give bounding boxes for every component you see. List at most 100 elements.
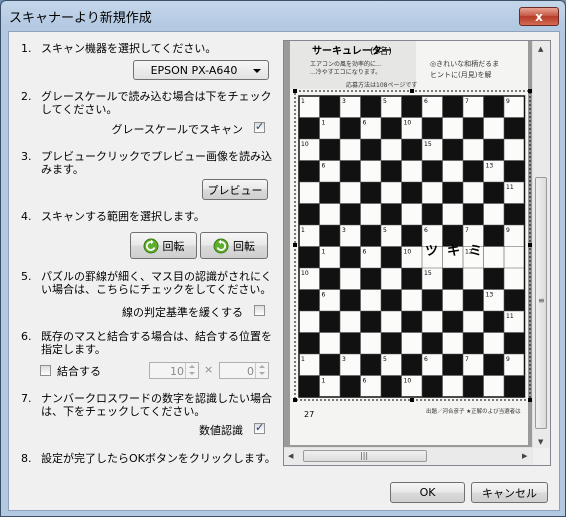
cell-number: 6 xyxy=(424,227,428,234)
scroll-up-icon[interactable]: ▲ xyxy=(538,45,543,53)
horizontal-scrollbar[interactable]: ◀ ||| ▶ xyxy=(284,447,533,465)
merge-label: 結合する xyxy=(57,365,101,378)
cell-number: 1 xyxy=(301,356,305,363)
cell-number: 1 xyxy=(322,378,326,385)
cell-number: 10 xyxy=(404,120,412,127)
black-cell xyxy=(360,354,381,376)
step-number: 2. xyxy=(21,90,32,103)
cell-number: 13 xyxy=(486,292,494,299)
rotate-right-icon xyxy=(213,238,229,253)
black-cell xyxy=(299,117,320,139)
grip-icon: ≡ xyxy=(538,296,545,305)
rotate-right-button[interactable]: 回転 xyxy=(200,232,268,259)
close-button[interactable]: x xyxy=(519,7,559,26)
black-cell xyxy=(442,182,463,204)
cell-number: 7 xyxy=(465,356,469,363)
black-cell xyxy=(319,268,340,290)
black-cell xyxy=(401,268,422,290)
scroll-left-icon[interactable]: ◀ xyxy=(288,452,293,460)
scan-footer-note: 出題／河合彦子 ★正解のよび当選者は xyxy=(426,407,521,415)
horizontal-scroll-thumb[interactable]: ||| xyxy=(303,450,427,462)
scan-header-circled: (2名) xyxy=(370,45,392,57)
merge-x-stepper[interactable]: 10 xyxy=(149,362,199,379)
chevron-down-icon xyxy=(253,69,261,73)
black-cell xyxy=(319,139,340,161)
black-cell xyxy=(381,289,402,311)
step-text: グレースケールで読み込む場合は下をチェックしてください。 xyxy=(41,90,272,116)
rotate-right-label: 回転 xyxy=(233,239,255,253)
black-cell xyxy=(442,311,463,333)
cell-number: 6 xyxy=(424,356,428,363)
black-cell xyxy=(319,354,340,376)
scroll-down-icon[interactable]: ▼ xyxy=(538,438,543,446)
resize-handle xyxy=(410,398,414,402)
cell-number: 6 xyxy=(322,163,326,170)
grid-kana: ミ xyxy=(469,244,482,259)
step-text: ナンバークロスワードの数字を認識したい場合は、下をチェックしてください。 xyxy=(41,392,272,418)
scan-preview-pane[interactable]: サーキュレーター (2名) エアコンの風を効率的に... ...冷やすエコになり… xyxy=(283,40,551,466)
black-cell xyxy=(340,117,361,139)
cancel-button[interactable]: キャンセル xyxy=(471,482,548,503)
number-recognition-checkbox[interactable] xyxy=(254,421,265,434)
step-number: 8. xyxy=(21,452,32,465)
scroll-right-icon[interactable]: ▶ xyxy=(522,452,527,460)
cell-number: 5 xyxy=(383,356,387,363)
black-cell xyxy=(299,375,320,397)
resize-handle xyxy=(293,398,297,402)
scanned-puzzle-image: サーキュレーター (2名) エアコンの風を効率的に... ...冷やすエコになり… xyxy=(284,41,533,450)
black-cell xyxy=(463,203,484,225)
cell-number: 6 xyxy=(322,292,326,299)
step-text: パズルの罫線が細く、マス目の認識がされにくい場合は、こちらにチェックをしてくださ… xyxy=(41,270,272,296)
black-cell xyxy=(299,160,320,182)
black-cell xyxy=(340,203,361,225)
step-number: 1. xyxy=(21,42,32,55)
step-number: 5. xyxy=(21,270,32,283)
vertical-scroll-thumb[interactable]: ≡ xyxy=(535,177,547,429)
step-text: スキャン機器を選択してください。 xyxy=(41,42,217,55)
cell-number: 5 xyxy=(383,227,387,234)
black-cell xyxy=(504,203,525,225)
black-cell xyxy=(299,332,320,354)
scan-image[interactable]: サーキュレーター (2名) エアコンの風を効率的に... ...冷やすエコになり… xyxy=(284,41,533,450)
black-cell xyxy=(442,96,463,118)
relax-criteria-checkbox[interactable] xyxy=(254,305,265,316)
rotate-left-icon xyxy=(143,238,158,253)
cell-number: 3 xyxy=(342,98,346,105)
cell-number: 1 xyxy=(322,249,326,256)
cell-number: 1 xyxy=(322,120,326,127)
merge-y-stepper[interactable]: 0 xyxy=(219,362,269,379)
rotate-left-button[interactable]: 回転 xyxy=(130,232,197,259)
ok-button[interactable]: OK xyxy=(390,482,465,503)
dialog-window: スキャナーより新規作成 x 1. スキャン機器を選択してください。 EPSON … xyxy=(0,0,566,517)
cell-number: 7 xyxy=(465,98,469,105)
spin-arrows-icon xyxy=(255,363,268,378)
cell-number: 3 xyxy=(342,356,346,363)
black-cell xyxy=(381,203,402,225)
black-cell xyxy=(401,311,422,333)
black-cell xyxy=(381,246,402,268)
black-cell xyxy=(483,96,504,118)
black-cell xyxy=(381,332,402,354)
grayscale-label: グレースケールでスキャン xyxy=(111,123,243,136)
black-cell xyxy=(319,182,340,204)
vertical-scrollbar[interactable]: ▲ ≡ ▼ xyxy=(532,41,550,450)
black-cell xyxy=(340,375,361,397)
scan-header-line: ...冷やすエコになります。 xyxy=(310,68,381,76)
preview-button[interactable]: プレビュー xyxy=(202,179,268,200)
cell-number: 6 xyxy=(363,378,367,385)
grayscale-checkbox[interactable] xyxy=(254,120,265,133)
black-cell xyxy=(340,246,361,268)
scanner-select[interactable]: EPSON PX-A640 xyxy=(133,60,269,80)
black-cell xyxy=(483,225,504,247)
cell-number: 9 xyxy=(506,356,510,363)
merge-checkbox[interactable] xyxy=(40,365,51,376)
cell-number: 15 xyxy=(424,141,432,148)
black-cell xyxy=(504,332,525,354)
black-cell xyxy=(381,375,402,397)
black-cell xyxy=(401,139,422,161)
cell-number: 10 xyxy=(404,378,412,385)
crossword-grid: 1 3 5 6 7 91 6 1010 156 13111 3 5 6 7 91 6 10 1210 156 1311… xyxy=(298,95,526,398)
title-bar[interactable]: スキャナーより新規作成 x xyxy=(1,1,565,29)
black-cell xyxy=(360,225,381,247)
black-cell xyxy=(299,203,320,225)
